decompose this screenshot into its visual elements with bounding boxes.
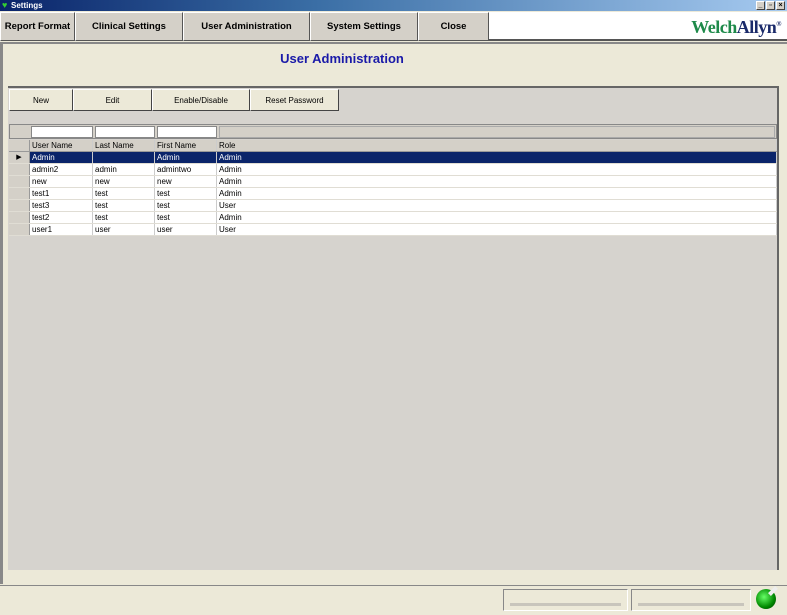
cell-role[interactable]: Admin (217, 164, 777, 175)
column-header-role[interactable]: Role (217, 140, 777, 151)
filter-last-name-input[interactable] (95, 126, 155, 138)
app-icon: ♥ (2, 0, 8, 10)
cell-last-name[interactable]: test (93, 200, 155, 211)
row-selector[interactable] (9, 188, 30, 199)
logo-area: WelchAllyn® (489, 12, 787, 41)
cell-user-name[interactable]: user1 (30, 224, 93, 235)
cell-last-name[interactable]: test (93, 188, 155, 199)
title-bar: ♥ Settings _ ▫ × (0, 0, 787, 11)
cell-first-name[interactable]: new (155, 176, 217, 187)
status-panel-1 (503, 589, 628, 611)
cell-user-name[interactable]: test1 (30, 188, 93, 199)
cell-user-name[interactable]: Admin (30, 152, 93, 163)
cell-user-name[interactable]: test2 (30, 212, 93, 223)
table-row[interactable]: test1 test test Admin (9, 188, 777, 200)
table-row[interactable]: admin2 admin admintwo Admin (9, 164, 777, 176)
cell-role[interactable]: Admin (217, 176, 777, 187)
new-button[interactable]: New (9, 89, 73, 111)
reset-password-button[interactable]: Reset Password (250, 89, 339, 111)
cell-last-name[interactable]: admin (93, 164, 155, 175)
row-selector[interactable] (9, 200, 30, 211)
row-selector[interactable] (9, 164, 30, 175)
edit-button[interactable]: Edit (73, 89, 152, 111)
tab-user-administration[interactable]: User Administration (183, 12, 310, 41)
main-tabs: Report Format Clinical Settings User Adm… (0, 12, 489, 41)
page-title: User Administration (280, 51, 404, 66)
row-selector[interactable] (9, 176, 30, 187)
cell-last-name[interactable]: test (93, 212, 155, 223)
connection-status-icon (756, 589, 776, 609)
cell-role[interactable]: User (217, 224, 777, 235)
table-row[interactable]: ▶ Admin Admin Admin (9, 152, 777, 164)
cell-role[interactable]: Admin (217, 188, 777, 199)
column-header-last-name[interactable]: Last Name (93, 140, 155, 151)
restore-button[interactable]: ▫ (766, 1, 775, 10)
cell-first-name[interactable]: admintwo (155, 164, 217, 175)
cell-first-name[interactable]: Admin (155, 152, 217, 163)
grid-header: User Name Last Name First Name Role (9, 140, 777, 152)
table-row[interactable]: test2 test test Admin (9, 212, 777, 224)
tab-system-settings[interactable]: System Settings (310, 12, 418, 41)
cell-last-name[interactable] (93, 152, 155, 163)
cell-user-name[interactable]: new (30, 176, 93, 187)
cell-first-name[interactable]: user (155, 224, 217, 235)
cell-last-name[interactable]: new (93, 176, 155, 187)
cell-first-name[interactable]: test (155, 212, 217, 223)
filter-user-name-input[interactable] (31, 126, 93, 138)
close-button[interactable]: Close (418, 12, 489, 41)
row-selector[interactable] (9, 212, 30, 223)
row-selector[interactable] (9, 224, 30, 235)
cell-first-name[interactable]: test (155, 188, 217, 199)
row-selector[interactable]: ▶ (9, 152, 30, 163)
cell-last-name[interactable]: user (93, 224, 155, 235)
cell-role[interactable]: User (217, 200, 777, 211)
cell-first-name[interactable]: test (155, 200, 217, 211)
tab-report-format[interactable]: Report Format (0, 12, 75, 41)
status-panel-2 (631, 589, 751, 611)
table-row[interactable]: user1 user user User (9, 224, 777, 236)
row-header-corner (9, 140, 30, 151)
toolbar: New Edit Enable/Disable Reset Password (9, 89, 339, 111)
column-header-first-name[interactable]: First Name (155, 140, 217, 151)
tab-clinical-settings[interactable]: Clinical Settings (75, 12, 183, 41)
table-row[interactable]: test3 test test User (9, 200, 777, 212)
filter-row (9, 124, 777, 139)
users-grid: User Name Last Name First Name Role ▶ Adm… (9, 140, 777, 236)
enable-disable-button[interactable]: Enable/Disable (152, 89, 250, 111)
cell-role[interactable]: Admin (217, 212, 777, 223)
column-header-user-name[interactable]: User Name (30, 140, 93, 151)
filter-first-name-input[interactable] (157, 126, 217, 138)
cell-user-name[interactable]: test3 (30, 200, 93, 211)
cell-user-name[interactable]: admin2 (30, 164, 93, 175)
close-window-button[interactable]: × (776, 1, 785, 10)
filter-spacer (219, 126, 775, 138)
welch-allyn-logo: WelchAllyn® (691, 17, 781, 37)
cell-role[interactable]: Admin (217, 152, 777, 163)
window-title: Settings (11, 1, 43, 10)
table-row[interactable]: new new new Admin (9, 176, 777, 188)
minimize-button[interactable]: _ (756, 1, 765, 10)
